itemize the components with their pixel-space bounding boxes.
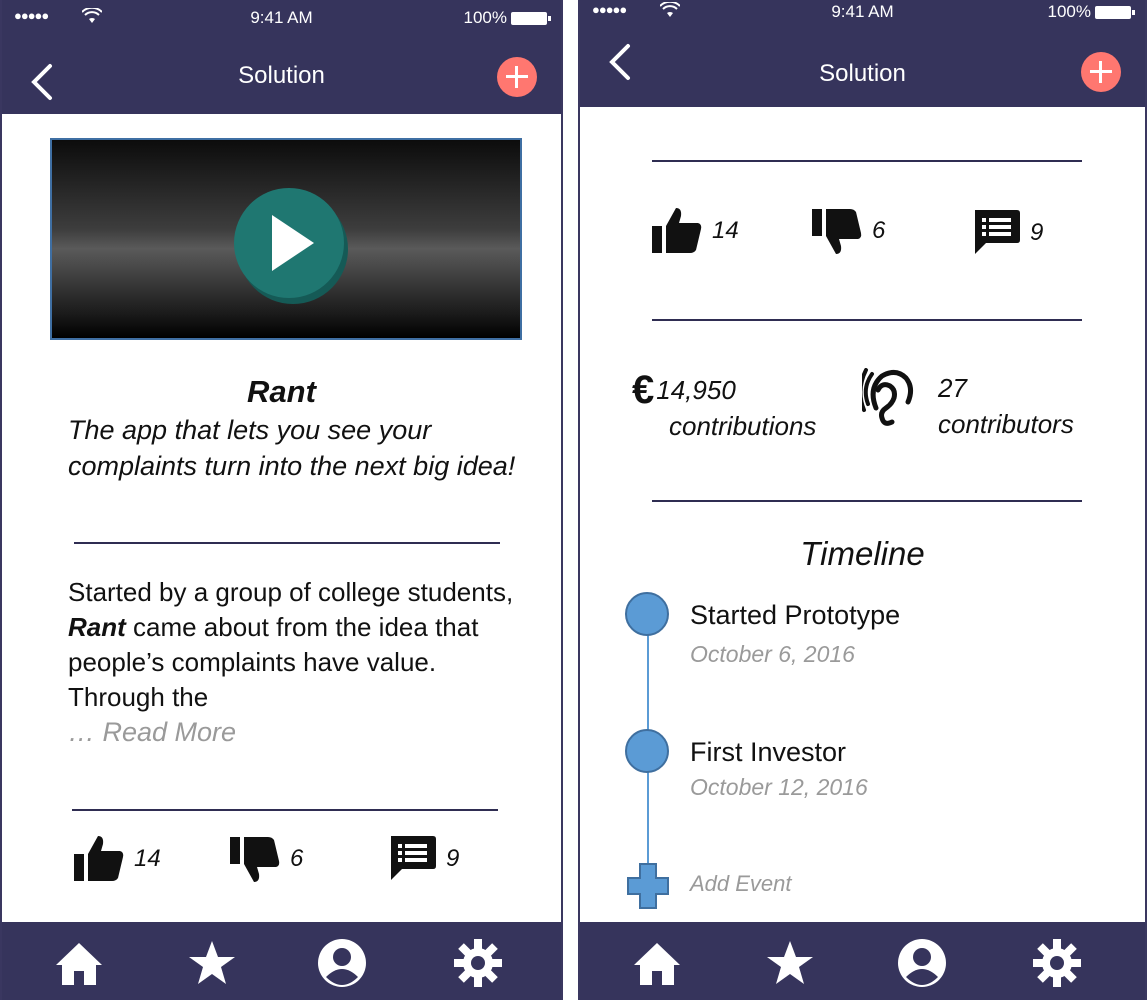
profile-icon[interactable]: [315, 937, 369, 989]
divider: [652, 319, 1082, 321]
profile-icon[interactable]: [895, 937, 949, 989]
likes-stat[interactable]: 14: [74, 836, 161, 882]
timeline-event-title: Started Prototype: [690, 600, 901, 630]
battery-percent: 100%: [463, 8, 507, 27]
timeline-event-date: October 6, 2016: [690, 641, 855, 667]
home-icon[interactable]: [52, 937, 106, 989]
page-title: Solution: [238, 62, 325, 89]
contributors-stat: 27 contributors: [862, 368, 1074, 444]
app-name: Rant: [247, 374, 316, 409]
battery-indicator: 100%: [1047, 2, 1135, 22]
dislikes-count: 6: [290, 845, 304, 872]
comments-count: 9: [1030, 219, 1044, 246]
add-event-link[interactable]: Add Event: [690, 871, 792, 897]
add-event-plus-icon[interactable]: [626, 862, 670, 910]
thumbs-up-icon: [74, 836, 124, 881]
comments-stat[interactable]: 9: [388, 836, 459, 882]
bottom-nav: [580, 922, 1145, 1000]
add-plus-button[interactable]: [497, 57, 537, 97]
video-player[interactable]: [50, 138, 522, 340]
comment-icon: [975, 210, 1020, 254]
timeline-title: Timeline: [800, 535, 925, 572]
star-icon[interactable]: [185, 937, 239, 989]
euro-icon: €: [632, 368, 655, 412]
dislikes-count: 6: [872, 217, 886, 244]
ear-listen-icon: [862, 368, 914, 426]
app-tagline: The app that lets you see your complaint…: [68, 415, 516, 481]
battery-indicator: 100%: [463, 8, 551, 28]
description-bold-name: Rant: [68, 612, 126, 642]
description-part-1: Started by a group of college students,: [68, 577, 514, 607]
divider: [652, 500, 1082, 502]
contributions-label: contributions: [669, 411, 817, 441]
battery-icon: [511, 11, 551, 25]
divider: [72, 809, 498, 811]
page-title: Solution: [819, 60, 906, 87]
phone-screen-left: ●●●●● 9:41 AM 100% Solution Rant The app…: [0, 0, 563, 1000]
thumbs-up-icon: [652, 208, 702, 253]
battery-percent: 100%: [1047, 2, 1091, 21]
description-text: Started by a group of college students, …: [68, 575, 538, 715]
status-bar: ●●●●● 9:41 AM 100%: [2, 6, 561, 32]
contributions-stat: € 14,950 contributions: [632, 370, 816, 446]
comments-stat[interactable]: 9: [972, 210, 1043, 256]
status-bar: ●●●●● 9:41 AM 100%: [580, 0, 1145, 26]
thumbs-down-icon: [230, 837, 280, 882]
bottom-nav: [2, 922, 561, 1000]
settings-gear-icon[interactable]: [1030, 937, 1084, 989]
comments-count: 9: [446, 845, 460, 872]
read-more-link[interactable]: … Read More: [68, 717, 236, 748]
comment-icon: [391, 836, 436, 880]
divider: [652, 160, 1082, 162]
dislikes-stat[interactable]: 6: [230, 836, 303, 882]
contributions-amount: 14,950: [656, 375, 736, 405]
add-plus-button[interactable]: [1081, 52, 1121, 92]
likes-count: 14: [712, 217, 739, 244]
timeline-event-date: October 12, 2016: [690, 774, 868, 800]
top-bar: ●●●●● 9:41 AM 100% Solution: [2, 0, 561, 114]
description-part-2: came about from the idea that people’s c…: [68, 612, 479, 712]
phone-screen-right: ●●●●● 9:41 AM 100% Solution 14 6 9 € 14,…: [578, 0, 1147, 1000]
timeline-event-title: First Investor: [690, 737, 847, 767]
play-icon[interactable]: [234, 188, 344, 298]
timeline-dot[interactable]: [625, 592, 669, 636]
settings-gear-icon[interactable]: [451, 937, 505, 989]
thumbs-down-icon: [812, 209, 862, 254]
timeline-dot[interactable]: [625, 729, 669, 773]
top-bar: ●●●●● 9:41 AM 100% Solution: [580, 0, 1145, 107]
likes-count: 14: [134, 845, 161, 872]
battery-icon: [1095, 5, 1135, 19]
divider: [74, 542, 500, 544]
home-icon[interactable]: [630, 937, 684, 989]
star-icon[interactable]: [763, 937, 817, 989]
dislikes-stat[interactable]: 6: [812, 208, 885, 254]
likes-stat[interactable]: 14: [652, 208, 739, 254]
